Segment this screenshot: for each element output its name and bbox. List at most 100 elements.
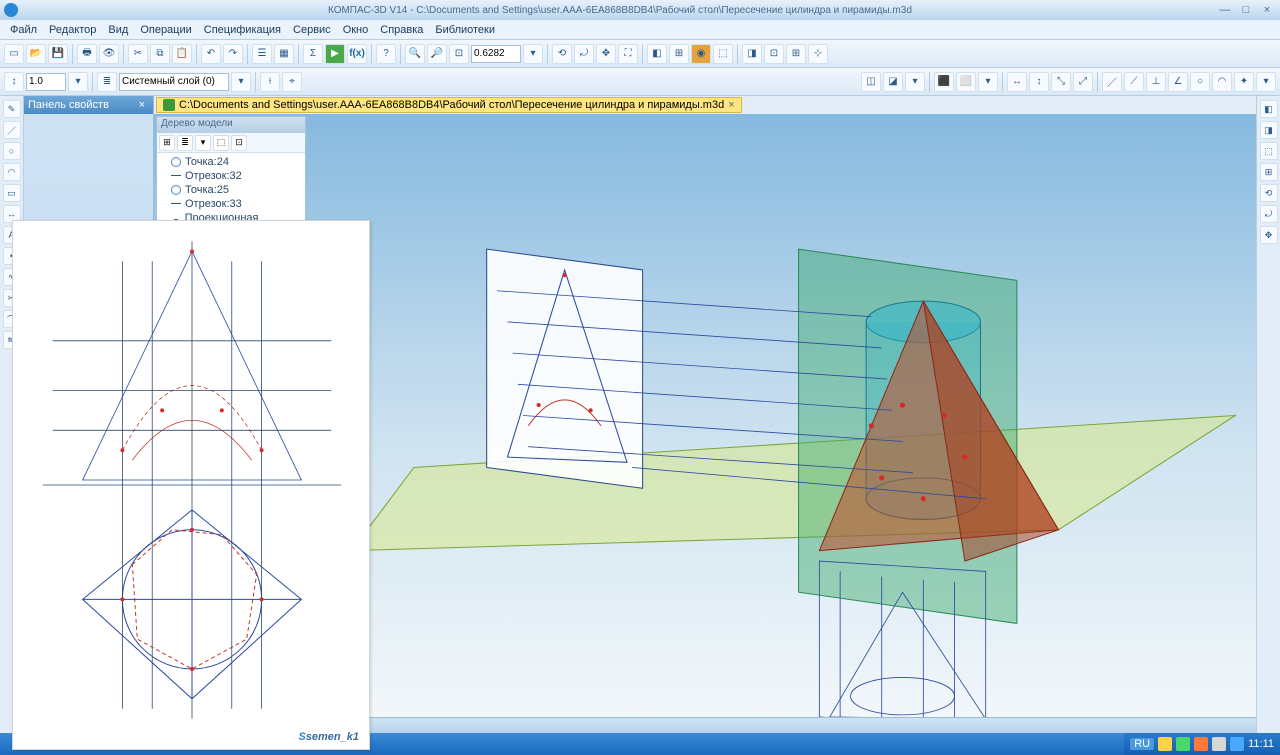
tray-icon[interactable] — [1194, 737, 1208, 751]
t15-icon[interactable]: ○ — [1190, 72, 1210, 92]
rail-arc-icon[interactable]: ◠ — [3, 163, 21, 181]
t1-icon[interactable]: ◫ — [861, 72, 881, 92]
zoom-in-icon[interactable]: 🔍 — [405, 44, 425, 64]
layers-icon[interactable]: ≣ — [97, 72, 117, 92]
t16-icon[interactable]: ◠ — [1212, 72, 1232, 92]
rr-6-icon[interactable]: ⤾ — [1260, 205, 1278, 223]
copy-icon[interactable]: ⧉ — [150, 44, 170, 64]
zoom-input[interactable] — [471, 45, 521, 63]
t18-icon[interactable]: ▾ — [1256, 72, 1276, 92]
wire-icon[interactable]: ⊞ — [669, 44, 689, 64]
axes-icon[interactable]: ⊹ — [808, 44, 828, 64]
rail-circle-icon[interactable]: ○ — [3, 142, 21, 160]
document-tab[interactable]: C:\Documents and Settings\user.AAA-6EA86… — [156, 97, 742, 113]
t10-icon[interactable]: ⤢ — [1073, 72, 1093, 92]
rotate-icon[interactable]: ⟲ — [552, 44, 572, 64]
t5-icon[interactable]: ⬜ — [956, 72, 976, 92]
t13-icon[interactable]: ⊥ — [1146, 72, 1166, 92]
new-icon[interactable]: ▭ — [4, 44, 24, 64]
tab-close-icon[interactable]: × — [728, 99, 734, 111]
lock-icon[interactable]: ↕ — [4, 72, 24, 92]
t17-icon[interactable]: ✦ — [1234, 72, 1254, 92]
tray-icon[interactable] — [1176, 737, 1190, 751]
tray-icon[interactable] — [1212, 737, 1226, 751]
library-icon[interactable]: ▦ — [274, 44, 294, 64]
rr-2-icon[interactable]: ◨ — [1260, 121, 1278, 139]
watermark: Ssemen_k1 — [298, 727, 359, 743]
preview-icon[interactable]: 👁 — [99, 44, 119, 64]
zoom-window-icon[interactable]: ⊡ — [449, 44, 469, 64]
t2-icon[interactable]: ◪ — [883, 72, 903, 92]
property-panel-close-icon[interactable]: × — [135, 99, 149, 111]
menu-service[interactable]: Сервис — [287, 22, 337, 38]
chevron-down-icon[interactable]: ▾ — [523, 44, 543, 64]
menu-libraries[interactable]: Библиотеки — [429, 22, 501, 38]
shade-icon[interactable]: ◧ — [647, 44, 667, 64]
save-icon[interactable]: 💾 — [48, 44, 68, 64]
views-icon[interactable]: ⊡ — [764, 44, 784, 64]
close-button[interactable]: × — [1258, 4, 1276, 16]
rr-7-icon[interactable]: ✥ — [1260, 226, 1278, 244]
t3-icon[interactable]: ▾ — [905, 72, 925, 92]
chevron-down-icon[interactable]: ▾ — [231, 72, 251, 92]
rr-4-icon[interactable]: ⊞ — [1260, 163, 1278, 181]
print-icon[interactable]: 🖶 — [77, 44, 97, 64]
layer-combo[interactable] — [119, 73, 229, 91]
rr-5-icon[interactable]: ⟲ — [1260, 184, 1278, 202]
cut-icon[interactable]: ✂ — [128, 44, 148, 64]
paste-icon[interactable]: 📋 — [172, 44, 192, 64]
pan-icon[interactable]: ✥ — [596, 44, 616, 64]
zoom-out-icon[interactable]: 🔎 — [427, 44, 447, 64]
t7-icon[interactable]: ↔ — [1007, 72, 1027, 92]
chevron-down-icon[interactable]: ▾ — [68, 72, 88, 92]
language-indicator[interactable]: RU — [1130, 738, 1154, 750]
tray-icon[interactable] — [1158, 737, 1172, 751]
rail-line-icon[interactable]: ／ — [3, 121, 21, 139]
redo-icon[interactable]: ↷ — [223, 44, 243, 64]
rr-1-icon[interactable]: ◧ — [1260, 100, 1278, 118]
t4-icon[interactable]: ⬛ — [934, 72, 954, 92]
t14-icon[interactable]: ∠ — [1168, 72, 1188, 92]
snap-icon[interactable]: ⌖ — [282, 72, 302, 92]
grid-icon[interactable]: ⊞ — [786, 44, 806, 64]
fit-icon[interactable]: ⛶ — [618, 44, 638, 64]
props-icon[interactable]: ☰ — [252, 44, 272, 64]
t9-icon[interactable]: ⤡ — [1051, 72, 1071, 92]
menu-edit[interactable]: Редактор — [43, 22, 102, 38]
t11-icon[interactable]: ／ — [1102, 72, 1122, 92]
menu-spec[interactable]: Спецификация — [198, 22, 287, 38]
document-tabs: C:\Documents and Settings\user.AAA-6EA86… — [154, 96, 1256, 114]
menu-operations[interactable]: Операции — [134, 22, 197, 38]
open-icon[interactable]: 📂 — [26, 44, 46, 64]
orbit-icon[interactable]: ⤾ — [574, 44, 594, 64]
rr-3-icon[interactable]: ⬚ — [1260, 142, 1278, 160]
minimize-button[interactable]: — — [1216, 4, 1234, 16]
measure-icon[interactable]: ⟊ — [260, 72, 280, 92]
play-icon[interactable]: ▶ — [325, 44, 345, 64]
rail-sketch-icon[interactable]: ✎ — [3, 100, 21, 118]
menu-help[interactable]: Справка — [374, 22, 429, 38]
menubar: Файл Редактор Вид Операции Спецификация … — [0, 20, 1280, 40]
rail-rect-icon[interactable]: ▭ — [3, 184, 21, 202]
section-icon[interactable]: ◨ — [742, 44, 762, 64]
scale-input[interactable] — [26, 73, 66, 91]
toolbar-main: ▭ 📂 💾 🖶 👁 ✂ ⧉ 📋 ↶ ↷ ☰ ▦ Σ ▶ f(x) ? 🔍 🔎 ⊡… — [0, 40, 1280, 68]
maximize-button[interactable]: □ — [1237, 4, 1255, 16]
tray-icon[interactable] — [1230, 737, 1244, 751]
undo-icon[interactable]: ↶ — [201, 44, 221, 64]
t12-icon[interactable]: ⟋ — [1124, 72, 1144, 92]
system-tray: RU 11:11 — [1124, 733, 1280, 755]
clock: 11:11 — [1248, 738, 1274, 750]
menu-window[interactable]: Окно — [337, 22, 375, 38]
fx-icon[interactable]: f(x) — [347, 44, 367, 64]
var-icon[interactable]: Σ — [303, 44, 323, 64]
menu-file[interactable]: Файл — [4, 22, 43, 38]
menu-view[interactable]: Вид — [102, 22, 134, 38]
t6-icon[interactable]: ▾ — [978, 72, 998, 92]
help-icon[interactable]: ? — [376, 44, 396, 64]
render-icon[interactable]: ◉ — [691, 44, 711, 64]
hlr-icon[interactable]: ⬚ — [713, 44, 733, 64]
app-icon — [4, 3, 18, 17]
right-rail: ◧ ◨ ⬚ ⊞ ⟲ ⤾ ✥ — [1256, 96, 1280, 733]
t8-icon[interactable]: ↕ — [1029, 72, 1049, 92]
